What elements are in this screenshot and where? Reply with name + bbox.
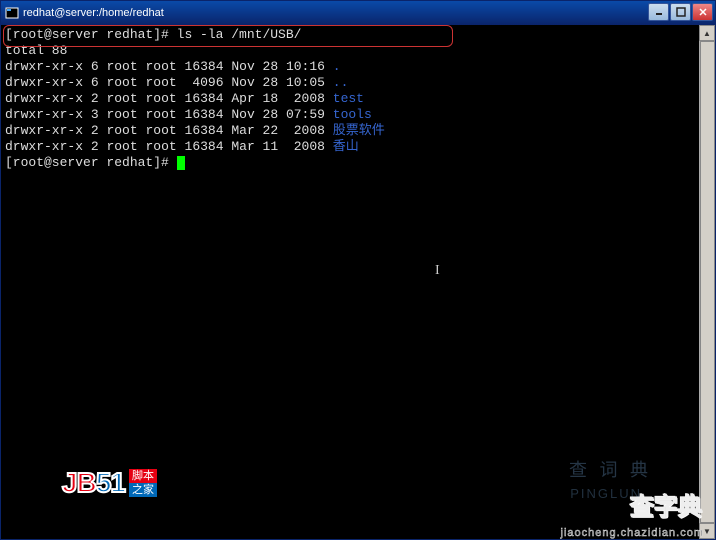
prompt-line-2: [root@server redhat]# [5, 155, 185, 170]
scroll-up-button[interactable]: ▲ [699, 25, 715, 41]
listing-row: drwxr-xr-x 2 root root 16384 Mar 22 2008… [5, 123, 385, 138]
cursor-block [177, 156, 185, 170]
scroll-track[interactable] [699, 41, 715, 523]
scroll-thumb[interactable] [700, 41, 715, 523]
maximize-button[interactable] [670, 3, 691, 21]
logo-text: JB51 [62, 467, 125, 499]
watermark-text-2: 查字典 [630, 487, 702, 522]
jb51-logo: JB51 脚本 之家 [62, 467, 157, 499]
watermark-text-1: 查 词 典 [569, 456, 652, 482]
listing-row: drwxr-xr-x 2 root root 16384 Mar 11 2008… [5, 139, 359, 154]
logo-side-text: 脚本 之家 [129, 469, 157, 497]
listing-row: drwxr-xr-x 2 root root 16384 Apr 18 2008… [5, 91, 364, 106]
watermark-url: jiaocheng.chazidian.com [561, 527, 704, 539]
close-button[interactable] [692, 3, 713, 21]
title-bar[interactable]: redhat@server:/home/redhat [1, 1, 715, 25]
window-controls [648, 1, 715, 25]
window-title: redhat@server:/home/redhat [23, 7, 648, 19]
total-line: total 88 [5, 43, 67, 58]
vertical-scrollbar[interactable]: ▲ ▼ [699, 25, 715, 539]
app-icon [5, 6, 19, 20]
listing-row: drwxr-xr-x 6 root root 16384 Nov 28 10:1… [5, 59, 341, 74]
prompt-line-1: [root@server redhat]# ls -la /mnt/USB/ [5, 27, 301, 42]
listing-row: drwxr-xr-x 6 root root 4096 Nov 28 10:05… [5, 75, 348, 90]
listing-row: drwxr-xr-x 3 root root 16384 Nov 28 07:5… [5, 107, 372, 122]
minimize-button[interactable] [648, 3, 669, 21]
